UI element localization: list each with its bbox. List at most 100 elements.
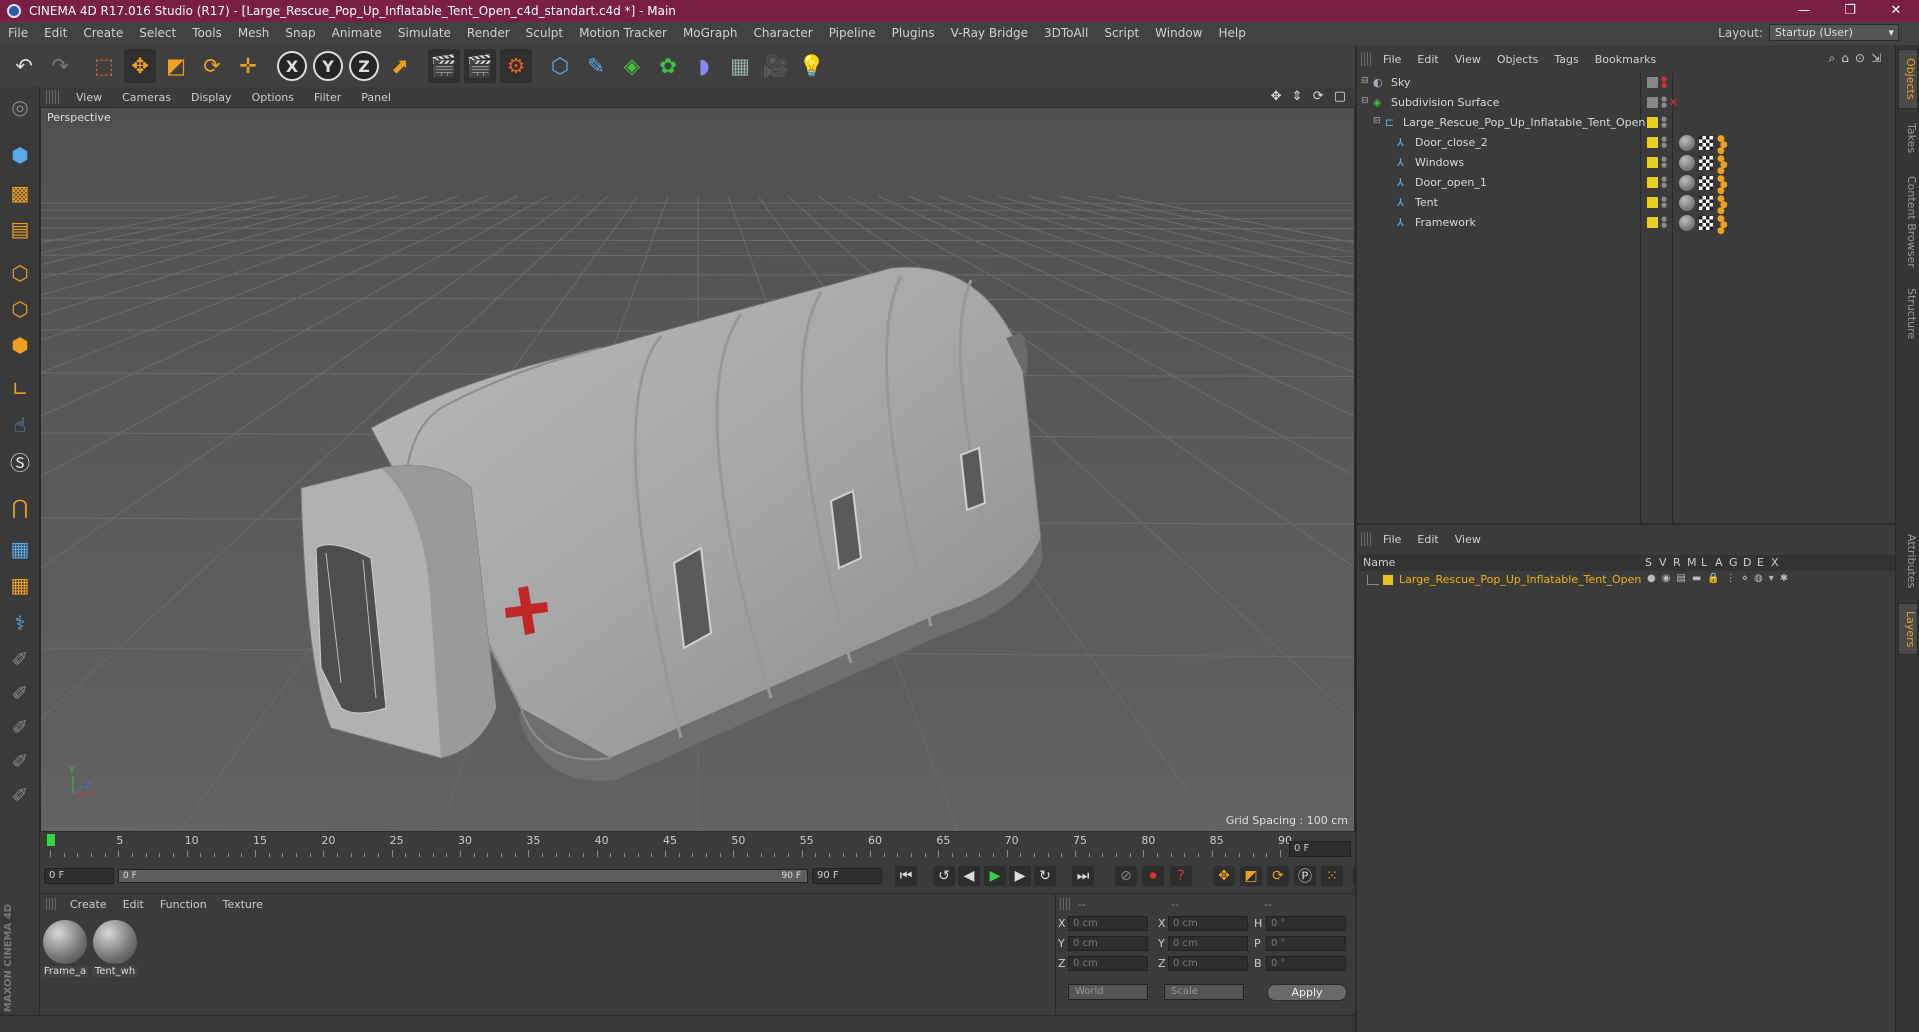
object-name[interactable]: Windows [1415, 156, 1464, 169]
menu-v-ray-bridge[interactable]: V-Ray Bridge [943, 22, 1036, 45]
layer-column-a[interactable]: A [1715, 556, 1723, 569]
menu-script[interactable]: Script [1096, 22, 1147, 45]
panel-grip-icon[interactable] [46, 898, 56, 910]
expand-toggle-icon[interactable]: ⊟ [1361, 96, 1374, 109]
object-row[interactable]: ◈ ⊟ Subdivision Surface ● ● ✕ [1357, 93, 1895, 113]
current-frame-field[interactable]: 0 F [1289, 841, 1351, 857]
coord-value-field[interactable]: 0 cm [1068, 956, 1148, 971]
layer-row[interactable]: Large_Rescue_Pop_Up_Inflatable_Tent_Open… [1359, 572, 1895, 588]
mograph-cloner-icon[interactable]: ✿ [652, 49, 684, 83]
menu-motion-tracker[interactable]: Motion Tracker [571, 22, 675, 45]
viewport-menu-cameras[interactable]: Cameras [112, 91, 181, 104]
tweak-mode-icon[interactable]: ☝ [4, 409, 36, 441]
object-name[interactable]: Framework [1415, 216, 1476, 229]
locked-workplane-icon[interactable]: ▦ [4, 533, 36, 565]
coord-value-field[interactable]: 0 cm [1068, 916, 1148, 931]
edit-render-settings-icon[interactable]: ⚙ [500, 49, 532, 83]
previous-key-icon[interactable]: ↺ [933, 866, 955, 886]
solo-mode-icon[interactable]: Ⓢ [4, 445, 36, 477]
points-mode-icon[interactable]: ⬡ [4, 257, 36, 289]
floor-scene-icon[interactable]: ▦ [724, 49, 756, 83]
menu-create[interactable]: Create [75, 22, 131, 45]
layer-color-swatch[interactable] [1383, 575, 1393, 585]
coord-value-field[interactable]: 0 ° [1266, 916, 1346, 931]
material-menu-create[interactable]: Create [62, 898, 115, 911]
menu-pipeline[interactable]: Pipeline [821, 22, 884, 45]
coord-value-field[interactable]: 0 cm [1168, 936, 1248, 951]
object-menu-file[interactable]: File [1375, 53, 1409, 66]
panel-grip-icon[interactable] [1060, 898, 1070, 910]
texture-tag-icon[interactable] [1699, 136, 1713, 150]
layer-color-swatch[interactable] [1647, 117, 1658, 128]
texture-tag-icon[interactable] [1699, 196, 1713, 210]
phong-tag-icon[interactable]: ● ● ● [1717, 195, 1728, 216]
layer-name[interactable]: Large_Rescue_Pop_Up_Inflatable_Tent_Open [1399, 573, 1641, 586]
phong-tag-icon[interactable]: ● ● ● [1717, 155, 1728, 176]
autokey-icon[interactable]: ⏺ [1142, 866, 1164, 886]
coord-value-field[interactable]: 0 ° [1266, 956, 1346, 971]
light-icon[interactable]: 💡 [796, 49, 828, 83]
material-swatch[interactable]: Tent_wh [92, 920, 138, 978]
rotate-tool-icon[interactable]: ⟳ [196, 49, 228, 83]
play-icon[interactable]: ▶ [984, 866, 1006, 886]
transform-mode-dropdown[interactable]: Scale [1164, 984, 1244, 1000]
layer-color-swatch[interactable] [1647, 137, 1658, 148]
sculpt-tool-icon[interactable]: ✐ [4, 711, 36, 743]
disabled-x-icon[interactable]: ✕ [1669, 96, 1682, 109]
coord-value-field[interactable]: 0 cm [1068, 936, 1148, 951]
layer-menu-view[interactable]: View [1447, 533, 1489, 546]
material-tag-icon[interactable] [1679, 135, 1695, 151]
layer-color-swatch[interactable] [1647, 157, 1658, 168]
phong-tag-icon[interactable]: ● ● ● [1717, 215, 1728, 236]
minimize-button[interactable]: — [1781, 0, 1827, 22]
layout-dropdown[interactable]: Startup (User) [1769, 24, 1899, 41]
viewport-menu-view[interactable]: View [66, 91, 112, 104]
next-frame-icon[interactable]: ▶ [1009, 866, 1031, 886]
object-name[interactable]: Door_close_2 [1415, 136, 1488, 149]
brush-tool-icon[interactable]: ✐ [4, 643, 36, 675]
tab-objects[interactable]: Objects [1898, 49, 1918, 109]
layer-column-d[interactable]: D [1743, 556, 1751, 569]
menu-help[interactable]: Help [1210, 22, 1253, 45]
tab-attributes[interactable]: Attributes [1898, 525, 1918, 597]
previous-frame-icon[interactable]: ◀ [958, 866, 980, 886]
layer-color-swatch[interactable] [1647, 177, 1658, 188]
cube-primitive-icon[interactable]: ⬡ [544, 49, 576, 83]
menu-mograph[interactable]: MoGraph [675, 22, 746, 45]
visibility-dots-icon[interactable]: ● ● [1661, 116, 1667, 129]
render-view-icon[interactable]: 🎬 [428, 49, 460, 83]
viewport-navigation-icons[interactable]: ✥ ⇕ ⟳ ▢ [1271, 89, 1349, 104]
layer-toggle-icons[interactable]: ●◉▤▬🔒⋮⋄◍▾✱ [1647, 573, 1794, 584]
make-editable-icon[interactable]: ◎ [4, 91, 36, 123]
coord-value-field[interactable]: 0 ° [1266, 936, 1346, 951]
redo-button[interactable]: ↷ [44, 49, 76, 83]
object-row[interactable]: ⊏ ⊟ Large_Rescue_Pop_Up_Inflatable_Tent_Op… [1357, 113, 1895, 133]
panel-grip-icon[interactable] [1361, 532, 1371, 546]
scale-tool-icon[interactable]: ◩ [160, 49, 192, 83]
layer-column-g[interactable]: G [1729, 556, 1738, 569]
layer-column-x[interactable]: X [1771, 556, 1779, 569]
edges-mode-icon[interactable]: ⬡ [4, 293, 36, 325]
render-picture-viewer-icon[interactable]: 🎬 [464, 49, 496, 83]
object-row[interactable]: ⅄ Tent ● ● ● ● ● [1357, 193, 1895, 216]
object-name[interactable]: Sky [1391, 76, 1410, 89]
object-name[interactable]: Door_open_1 [1415, 176, 1487, 189]
coordinate-space-dropdown[interactable]: World [1068, 984, 1148, 1000]
close-button[interactable]: ✕ [1873, 0, 1919, 22]
object-row[interactable]: ⅄ Door_open_1 ● ● ● ● ● [1357, 173, 1895, 196]
end-frame-field[interactable]: 90 F [812, 868, 882, 884]
viewport-menu-options[interactable]: Options [242, 91, 304, 104]
coord-value-field[interactable]: 0 cm [1168, 956, 1248, 971]
layer-column-s[interactable]: S [1645, 556, 1652, 569]
menu-sculpt[interactable]: Sculpt [518, 22, 571, 45]
object-menu-bookmarks[interactable]: Bookmarks [1587, 53, 1664, 66]
python-script-icon[interactable]: ⚕ [4, 607, 36, 639]
visibility-dots-icon[interactable]: ● ● [1661, 136, 1667, 149]
visibility-dots-icon[interactable]: ● ● [1661, 176, 1667, 189]
layer-color-swatch[interactable] [1647, 197, 1658, 208]
menu-edit[interactable]: Edit [36, 22, 75, 45]
y-axis-lock-icon[interactable]: Y [312, 49, 344, 83]
layer-column-v[interactable]: V [1659, 556, 1667, 569]
phong-tag-icon[interactable]: ● ● ● [1717, 135, 1728, 156]
material-tag-icon[interactable] [1679, 195, 1695, 211]
